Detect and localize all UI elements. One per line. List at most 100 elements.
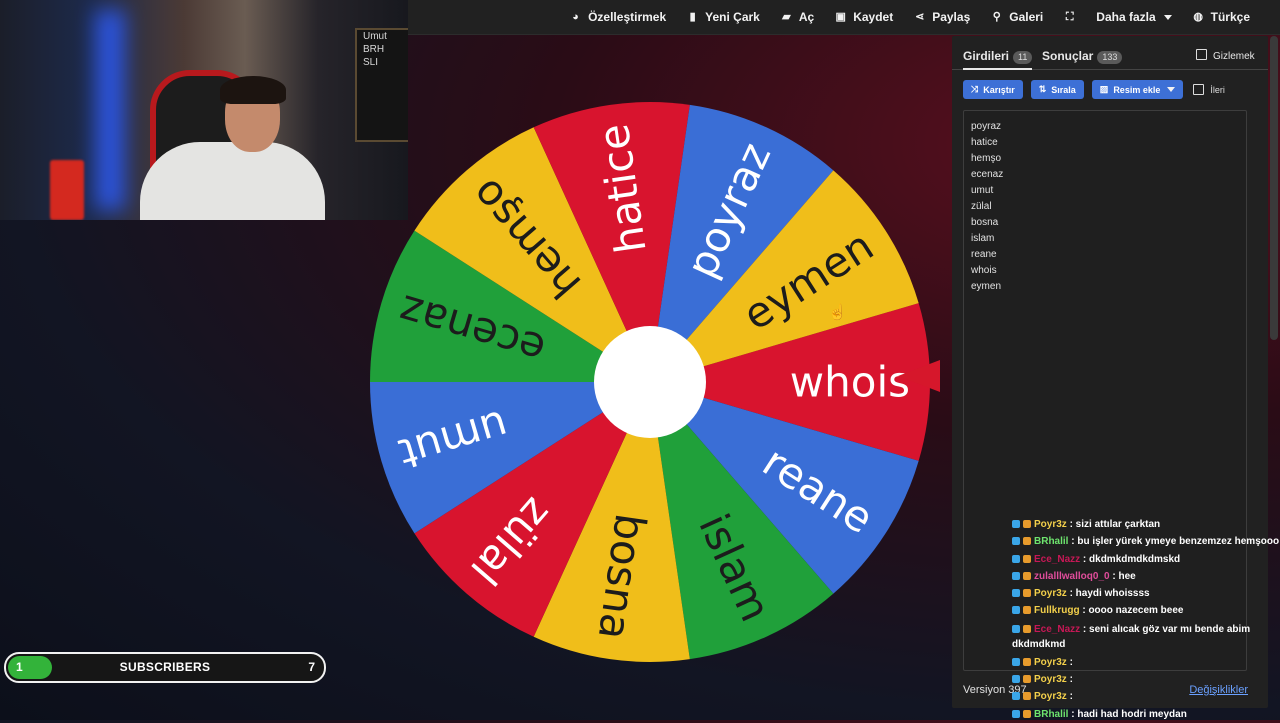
chat-message: Poyr3z :: [1012, 654, 1280, 671]
chat-badge-icon: [1012, 675, 1020, 684]
entry-line: zülal: [971, 201, 992, 212]
chat-username: Ece_Nazz: [1034, 623, 1081, 635]
menu-item-label: Daha fazla: [1096, 10, 1156, 24]
blue-light: [95, 10, 125, 210]
hide-checkbox[interactable]: Gizlemek: [1196, 36, 1255, 68]
entry-toolbar: ⤨ Karıştır ⇅ Sırala ▨ Resim ekle İleri: [963, 80, 1225, 99]
chat-message: Ece_Nazz : seni alıcak göz var mı bende …: [1012, 622, 1274, 652]
chat-text: :: [1066, 656, 1073, 668]
chat-badge-icon: [1023, 554, 1031, 563]
chat-badge-icon: [1023, 520, 1031, 528]
menu-item-label: Kaydet: [853, 10, 894, 24]
menu-item-4[interactable]: ⋖ Paylaş: [903, 0, 980, 34]
shuffle-label: Karıştır: [983, 84, 1015, 95]
menu-item-1[interactable]: ▮ Yeni Çark: [676, 0, 770, 34]
chat-username: Fullkrugg: [1034, 605, 1080, 617]
chat-username: Poyr3z: [1034, 519, 1067, 530]
chat-text: : dkdmkdmdkdmskd: [1080, 553, 1181, 565]
save-icon: ▣: [835, 10, 846, 23]
wheel-segment-label: whois: [790, 358, 910, 407]
chat-badge-icon: [1023, 692, 1031, 701]
subscriber-goal: 7: [308, 660, 315, 674]
wheel-pointer: [898, 360, 940, 392]
chat-badge-icon: [1012, 692, 1020, 701]
mouse-cursor-icon: ☝: [828, 304, 847, 321]
chat-badge-icon: [1012, 571, 1020, 580]
chat-badge-icon: [1023, 675, 1031, 684]
chat-badge-icon: [1012, 709, 1020, 718]
file-icon: ▮: [689, 10, 696, 23]
chat-badge-icon: [1012, 589, 1020, 598]
page-scrollbar[interactable]: [1270, 36, 1278, 340]
red-lamp: [50, 160, 84, 220]
menu-item-label: Galeri: [1009, 10, 1044, 24]
menu-item-5[interactable]: ⚲ Galeri: [980, 0, 1053, 34]
menu-item-7[interactable]: Daha fazla: [1086, 0, 1181, 34]
chat-username: Poyr3z: [1034, 656, 1067, 668]
menu: ◕ Özelleştirmek ▮ Yeni Çark ▰ Aç ▣ Kaydet ⋖ Payla…: [559, 0, 1260, 34]
entry-line: bosna: [971, 217, 999, 228]
shuffle-button[interactable]: ⤨ Karıştır: [963, 80, 1023, 99]
chat-message: BRhalil : bu işler yürek ymeye benzemzez…: [1012, 533, 1280, 550]
chat-message: BRhalil : hadi had hodri meydan: [1012, 706, 1280, 723]
advanced-checkbox[interactable]: İleri: [1193, 84, 1225, 95]
menu-item-label: Özelleştirmek: [588, 10, 667, 24]
chevron-down-icon: [1163, 14, 1172, 20]
chat-text: : haydi whoissss: [1066, 588, 1150, 600]
entry-line: islam: [971, 233, 995, 244]
wheel-center-hub[interactable]: [594, 326, 706, 438]
menu-item-0[interactable]: ◕ Özelleştirmek: [559, 0, 676, 34]
entry-line: reane: [971, 249, 997, 260]
entry-line: eymen: [971, 281, 1002, 292]
hide-checkbox-box[interactable]: [1196, 49, 1207, 60]
entry-line: ecenaz: [971, 169, 1004, 180]
entry-line: whois: [971, 265, 997, 276]
chat-username: Poyr3z: [1034, 674, 1067, 686]
image-icon: ▨: [1099, 84, 1109, 94]
chat-text: :: [1066, 674, 1073, 686]
chat-badge-icon: [1012, 624, 1020, 633]
search-icon: ⚲: [992, 10, 1001, 23]
chat-username: Poyr3z: [1034, 691, 1067, 703]
subscriber-label: SUBSCRIBERS: [119, 660, 211, 674]
sort-label: Sırala: [1051, 84, 1076, 95]
advanced-checkbox-box[interactable]: [1193, 84, 1205, 95]
menu-item-6[interactable]: ⛶: [1053, 0, 1086, 34]
fullscreen-icon: ⛶: [1065, 10, 1074, 23]
chat-username: BRhalil: [1034, 708, 1069, 720]
chat-text: : oooo nazecem beee: [1079, 605, 1184, 617]
chat-badge-icon: [1012, 606, 1020, 615]
shuffle-icon: ⤨: [971, 84, 979, 94]
globe-icon: ◍: [1193, 10, 1203, 23]
tab-entries-label: Girdileri: [963, 49, 1010, 63]
menu-item-3[interactable]: ▣ Kaydet: [824, 0, 903, 34]
tab-results[interactable]: Sonuçlar 133: [1042, 36, 1123, 68]
entries-count-badge: 11: [1013, 51, 1033, 64]
add-image-button[interactable]: ▨ Resim ekle: [1091, 80, 1184, 99]
chat-badge-icon: [1012, 554, 1020, 563]
sort-icon: ⇅: [1038, 84, 1047, 94]
chat-badge-icon: [1023, 624, 1031, 633]
chat-username: Poyr3z: [1034, 588, 1067, 600]
chat-badge-icon: [1023, 571, 1031, 580]
chat-text: : hee: [1109, 570, 1136, 582]
chevron-down-icon: [1167, 87, 1176, 92]
palette-icon: ◕: [572, 10, 579, 23]
spin-wheel[interactable]: whoisreaneislambosnazülalumutecenazhemşo…: [340, 82, 960, 682]
chat-badge-icon: [1023, 537, 1031, 546]
chat-badge-icon: [1023, 657, 1031, 666]
menu-item-8[interactable]: ◍ Türkçe: [1182, 0, 1260, 34]
menu-item-label: Aç: [798, 10, 815, 24]
chat-username: BRhalil: [1034, 536, 1069, 548]
top-menu-bar: ◕ Özelleştirmek ▮ Yeni Çark ▰ Aç ▣ Kaydet ⋖ Payla…: [408, 0, 1280, 35]
menu-item-label: Türkçe: [1210, 10, 1250, 24]
stream-chat-overlay: Poyr3z : sizi attılar çarktan BRhalil : b…: [1012, 516, 1280, 723]
chat-message: Ece_Nazz : dkdmkdmdkdmskd: [1012, 551, 1280, 568]
menu-item-2[interactable]: ▰ Aç: [770, 0, 824, 34]
tab-entries[interactable]: Girdileri 11: [963, 36, 1033, 70]
chat-text: :: [1066, 691, 1073, 703]
chat-username: Ece_Nazz: [1034, 553, 1081, 565]
chat-message: Poyr3z : sizi attılar çarktan: [1012, 516, 1280, 533]
sort-button[interactable]: ⇅ Sırala: [1030, 80, 1084, 99]
advanced-label: İleri: [1210, 84, 1225, 95]
